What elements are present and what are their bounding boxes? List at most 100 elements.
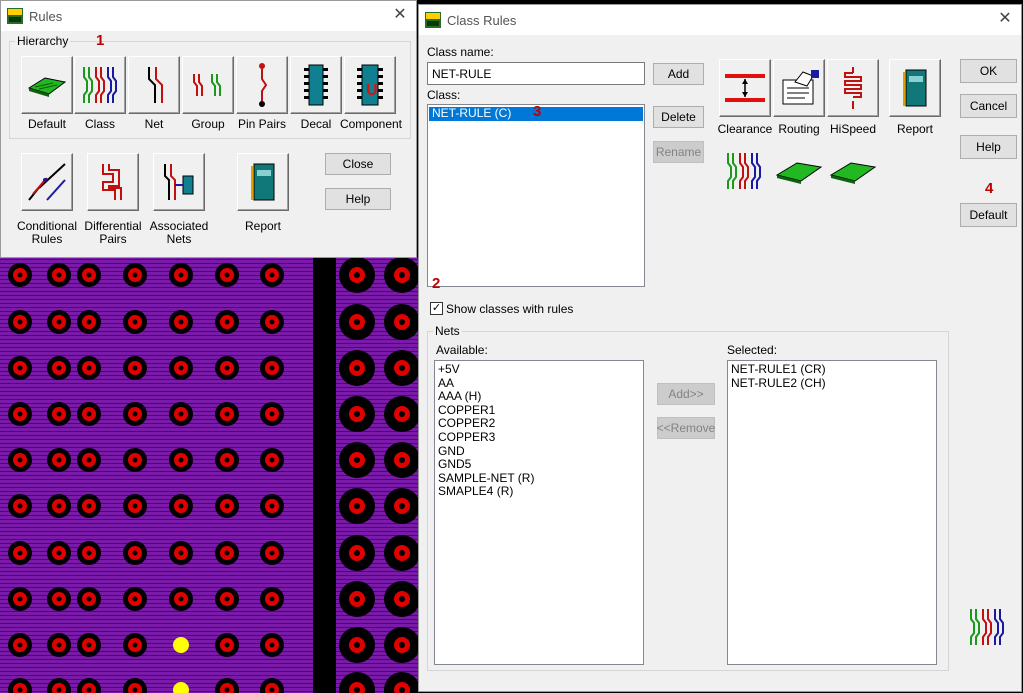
pad-hole (224, 642, 230, 648)
pad-hole (132, 550, 138, 556)
list-item[interactable]: SAMPLE-NET (R) (435, 471, 643, 486)
delete-class-button[interactable]: Delete (653, 106, 704, 128)
component-icon: U (357, 64, 383, 106)
close-button[interactable]: Close (325, 153, 391, 175)
pad-hole (224, 596, 230, 602)
pad-hole (17, 642, 23, 648)
list-item[interactable]: AAA (H) (435, 390, 643, 404)
class-button[interactable] (74, 56, 126, 114)
close-icon[interactable]: ✕ (392, 7, 408, 23)
class-list[interactable]: NET-RULE (C) (427, 104, 645, 287)
cancel-button[interactable]: Cancel (960, 94, 1017, 118)
pad-hole (17, 272, 23, 278)
pad-hole (17, 365, 23, 371)
add-class-button[interactable]: Add (653, 63, 704, 85)
pad-hole (269, 550, 275, 556)
pad-hole (86, 550, 92, 556)
rules-title: Rules (29, 8, 63, 24)
pad-hole (178, 503, 184, 509)
component-button[interactable]: U (344, 56, 396, 114)
conditional-rules-icon (28, 163, 66, 201)
list-item[interactable]: COPPER3 (435, 430, 643, 445)
pad-hole (86, 596, 92, 602)
pad-hole (354, 319, 360, 325)
pad-hole (56, 319, 62, 325)
list-item[interactable]: NET-RULE1 (CR) (728, 362, 936, 377)
pad-hole (269, 272, 275, 278)
routing-button[interactable] (773, 59, 825, 117)
rename-class-button[interactable]: Rename (653, 141, 704, 163)
class-label: Class: (427, 88, 461, 102)
list-item[interactable]: COPPER2 (435, 417, 643, 431)
selected-nets-list[interactable]: NET-RULE1 (CR) NET-RULE2 (CH) (727, 360, 937, 665)
annotation-marker-1: 1 (96, 32, 105, 49)
default-button[interactable] (21, 56, 73, 114)
close-icon[interactable]: ✕ (997, 11, 1013, 27)
clearance-label: Clearance (717, 122, 773, 136)
available-nets-list[interactable]: +5V AA AAA (H) COPPER1 COPPER2 COPPER3 GND GND5… (434, 360, 644, 665)
net-button[interactable] (128, 56, 180, 114)
pad-hole (178, 550, 184, 556)
board-icon (829, 162, 877, 184)
pad-hole (132, 272, 138, 278)
list-item[interactable]: SMAPLE4 (R) (435, 485, 643, 499)
class-name-label: Class name: (427, 45, 494, 59)
pad-hole (354, 687, 360, 693)
pad-hole (224, 411, 230, 417)
pad-hole (86, 687, 92, 693)
pad-hole (86, 642, 92, 648)
class-name-field[interactable]: NET-RULE (427, 62, 645, 85)
list-item[interactable]: NET-RULE2 (CH) (728, 376, 936, 391)
class-rules-title: Class Rules (447, 12, 517, 28)
pad-hole (17, 596, 23, 602)
default-button[interactable]: Default (960, 203, 1017, 227)
hispeed-label: HiSpeed (829, 122, 877, 136)
group-button[interactable] (182, 56, 234, 114)
pad-hole (224, 687, 230, 693)
associated-nets-button[interactable] (153, 153, 205, 211)
help-button[interactable]: Help (960, 135, 1017, 159)
decal-button[interactable] (290, 56, 342, 114)
list-item[interactable]: +5V (435, 362, 643, 377)
hispeed-button[interactable] (827, 59, 879, 117)
report-icon (251, 163, 275, 201)
pad-hole (399, 319, 405, 325)
routing-label: Routing (778, 122, 820, 136)
pad-hole (178, 411, 184, 417)
differential-pairs-label: Differential Pairs (84, 219, 142, 246)
list-item[interactable]: AA (435, 376, 643, 391)
differential-pairs-button[interactable] (87, 153, 139, 211)
pin-pairs-label: Pin Pairs (237, 117, 287, 131)
show-classes-checkbox[interactable]: ✓ (430, 302, 443, 315)
pad-hole (132, 457, 138, 463)
selected-label: Selected: (727, 343, 778, 357)
pad-hole (399, 642, 405, 648)
pad-hole (354, 272, 360, 278)
list-item[interactable]: GND (435, 444, 643, 459)
list-item[interactable]: GND5 (435, 458, 643, 472)
pad-hole (354, 411, 360, 417)
pad-hole (132, 503, 138, 509)
pad-hole (354, 550, 360, 556)
class-nets-icon (970, 609, 1004, 645)
report-button[interactable] (889, 59, 941, 117)
help-button[interactable]: Help (325, 188, 391, 210)
pad-hole (132, 596, 138, 602)
pad-hole (178, 365, 184, 371)
ok-button[interactable]: OK (960, 59, 1017, 83)
list-item[interactable]: COPPER1 (435, 403, 643, 418)
pad-hole (224, 319, 230, 325)
board-icon (775, 162, 823, 184)
pads-app-icon (425, 12, 441, 28)
conditional-rules-button[interactable] (21, 153, 73, 211)
pad-hole (399, 411, 405, 417)
remove-net-button[interactable]: <<Remove (657, 417, 715, 439)
nets-group-label: Nets (433, 324, 462, 338)
clearance-button[interactable] (719, 59, 771, 117)
pad-hole (56, 596, 62, 602)
pad-hole (56, 642, 62, 648)
add-net-button[interactable]: Add>> (657, 383, 715, 405)
pin-pairs-button[interactable] (236, 56, 288, 114)
routing-icon (782, 70, 819, 105)
report-button[interactable] (237, 153, 289, 211)
